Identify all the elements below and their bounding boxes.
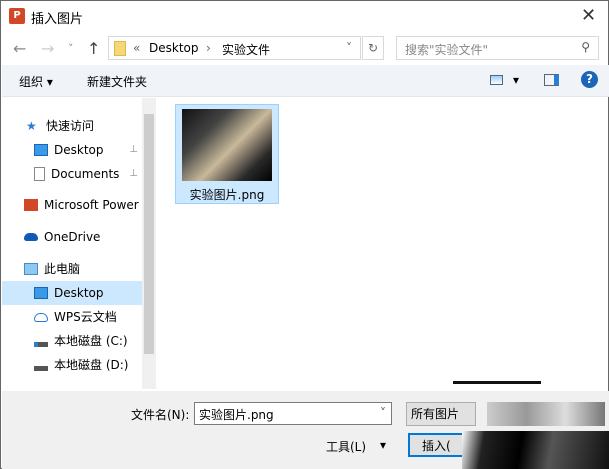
folder-icon bbox=[114, 41, 126, 56]
sidebar-item-drive-c[interactable]: 本地磁盘 (C:) bbox=[2, 329, 142, 353]
chevron-down-icon: ˅ bbox=[380, 406, 386, 420]
sidebar-item-onedrive[interactable]: OneDrive bbox=[2, 225, 142, 249]
sidebar-item-microsoft-powerpoint[interactable]: Microsoft Power bbox=[2, 193, 142, 217]
desktop-icon bbox=[34, 287, 48, 299]
document-icon bbox=[34, 167, 45, 181]
corrupted-overlay bbox=[462, 431, 609, 469]
sidebar-item-label: 快速访问 bbox=[46, 119, 95, 133]
computer-icon bbox=[24, 263, 38, 275]
tools-dropdown[interactable]: ▾ bbox=[380, 438, 386, 452]
powerpoint-icon: P bbox=[9, 8, 25, 24]
sidebar-item-this-pc[interactable]: 此电脑 bbox=[2, 257, 142, 281]
filename-label: 文件名(N): bbox=[131, 408, 190, 422]
sidebar-item-documents[interactable]: Documents ⊥ bbox=[2, 162, 142, 186]
drive-icon bbox=[34, 341, 48, 347]
view-icon[interactable] bbox=[490, 75, 503, 85]
close-button[interactable]: ✕ bbox=[581, 5, 596, 26]
pin-icon: ⊥ bbox=[129, 168, 138, 179]
search-input[interactable]: 搜索"实验文件" ⚲ bbox=[396, 36, 599, 60]
pin-icon: ⊥ bbox=[129, 144, 138, 155]
tools-button[interactable]: 工具(L) bbox=[326, 438, 366, 455]
sidebar-item-label: OneDrive bbox=[44, 230, 101, 244]
sidebar-item-desktop-pc[interactable]: Desktop bbox=[2, 281, 142, 305]
powerpoint-icon bbox=[24, 199, 38, 211]
filename-value: 实验图片.png bbox=[199, 408, 274, 422]
toolbar: 组织 ▾ 新建文件夹 ▾ ? bbox=[2, 65, 609, 97]
back-button[interactable]: ← bbox=[13, 39, 26, 58]
sidebar-item-label: Desktop bbox=[54, 143, 104, 157]
up-button[interactable]: ↑ bbox=[87, 39, 100, 58]
sidebar-item-label: Microsoft Power bbox=[44, 198, 139, 212]
sidebar-item-quick-access[interactable]: ★ 快速访问 bbox=[2, 114, 142, 138]
desktop-icon bbox=[34, 144, 48, 156]
search-icon: ⚲ bbox=[581, 40, 590, 54]
overflow-chevron[interactable]: « bbox=[133, 41, 140, 55]
sidebar-item-label: 本地磁盘 (C:) bbox=[54, 334, 128, 348]
search-placeholder: 搜索"实验文件" bbox=[405, 43, 489, 57]
file-type-overlay bbox=[487, 402, 605, 426]
address-bar[interactable]: « Desktop › 实验文件 ˅ bbox=[108, 36, 361, 60]
file-type-select[interactable]: 所有图片 bbox=[406, 402, 476, 426]
file-item[interactable]: 实验图片.png bbox=[175, 104, 279, 204]
title-bar: P 插入图片 ✕ bbox=[1, 1, 608, 31]
overlay-line bbox=[453, 381, 541, 384]
sidebar-item-drive-d[interactable]: 本地磁盘 (D:) bbox=[2, 353, 142, 377]
scrollbar-thumb[interactable] bbox=[144, 114, 154, 354]
forward-button[interactable]: → bbox=[41, 39, 54, 58]
filename-input[interactable]: 实验图片.png ˅ bbox=[194, 402, 392, 425]
sidebar-item-wps-cloud[interactable]: WPS云文档 bbox=[2, 305, 142, 329]
star-icon: ★ bbox=[26, 119, 37, 133]
sidebar-item-label: WPS云文档 bbox=[54, 310, 117, 324]
sidebar-item-label: 本地磁盘 (D:) bbox=[54, 358, 129, 372]
address-dropdown[interactable]: ˅ bbox=[346, 41, 352, 55]
breadcrumb-folder[interactable]: 实验文件 bbox=[222, 41, 270, 58]
sidebar-item-desktop[interactable]: Desktop ⊥ bbox=[2, 138, 142, 162]
sidebar-item-label: Desktop bbox=[54, 286, 104, 300]
drive-icon bbox=[34, 365, 48, 371]
recent-locations-button[interactable]: ˅ bbox=[68, 42, 74, 55]
cloud-icon bbox=[24, 233, 38, 241]
sidebar-item-label: Documents bbox=[51, 167, 120, 181]
preview-pane-icon[interactable] bbox=[544, 74, 559, 86]
file-name: 实验图片.png bbox=[189, 188, 265, 202]
image-thumbnail bbox=[182, 109, 272, 181]
view-dropdown[interactable]: ▾ bbox=[513, 73, 519, 87]
organize-button[interactable]: 组织 ▾ bbox=[19, 73, 53, 90]
breadcrumb-desktop[interactable]: Desktop bbox=[149, 41, 199, 55]
navigation-pane: ★ 快速访问 Desktop ⊥ Documents ⊥ Microsoft Powe… bbox=[2, 98, 142, 389]
help-icon[interactable]: ? bbox=[581, 71, 598, 88]
breadcrumb-separator[interactable]: › bbox=[206, 41, 211, 55]
dialog-window: P 插入图片 ✕ ← → ˅ ↑ « Desktop › 实验文件 ˅ ↻ 搜索… bbox=[0, 0, 609, 469]
dialog-title: 插入图片 bbox=[31, 12, 84, 27]
cloud-icon bbox=[34, 312, 48, 322]
refresh-button[interactable]: ↻ bbox=[362, 36, 384, 60]
bottom-panel: 文件名(N): 实验图片.png ˅ 所有图片 工具(L) ▾ 插入( bbox=[2, 391, 609, 469]
sidebar-item-label: 此电脑 bbox=[44, 262, 81, 276]
new-folder-button[interactable]: 新建文件夹 bbox=[87, 73, 147, 90]
